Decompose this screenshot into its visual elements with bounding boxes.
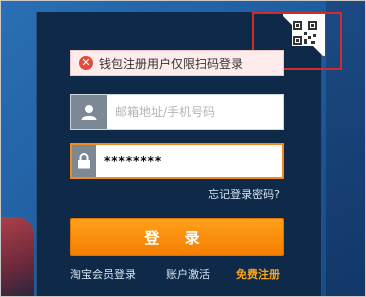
user-icon <box>71 95 107 129</box>
username-input[interactable] <box>107 95 283 129</box>
login-button[interactable]: 登 录 <box>70 218 284 256</box>
password-input[interactable] <box>96 145 282 177</box>
password-field <box>70 143 284 179</box>
username-field <box>70 94 284 130</box>
free-register-link[interactable]: 免费注册 <box>236 266 280 282</box>
background-decoration-left <box>0 217 34 297</box>
lock-icon <box>72 145 96 177</box>
alert-text: 钱包注册用户仅限扫码登录 <box>99 56 244 71</box>
taobao-member-login-link[interactable]: 淘宝会员登录 <box>70 266 136 282</box>
footer-links: 淘宝会员登录 账户激活 免费注册 <box>70 266 290 282</box>
account-activate-link[interactable]: 账户激活 <box>166 266 210 282</box>
alert-message: ✕ 钱包注册用户仅限扫码登录 <box>70 50 284 76</box>
x-circle-icon: ✕ <box>79 56 93 70</box>
forgot-password-link[interactable]: 忘记登录密码? <box>208 186 280 202</box>
